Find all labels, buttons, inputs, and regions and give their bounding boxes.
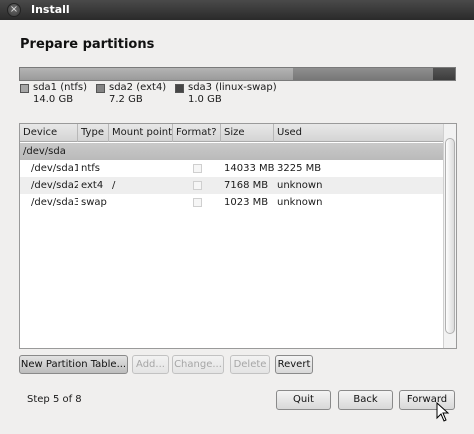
column-header-type[interactable]: Type: [78, 124, 109, 142]
partition-usage-bar: [19, 67, 456, 81]
installer-window: × Install Prepare partitions sda1 (ntfs)…: [0, 0, 474, 434]
change-partition-button[interactable]: Change...: [172, 355, 224, 374]
row-size: 14033 MB: [224, 163, 274, 174]
disk-device-name: /dev/sda: [23, 146, 66, 157]
window-title: Install: [31, 3, 70, 16]
legend-swatch-icon: [96, 84, 105, 93]
row-used: 3225 MB: [277, 163, 322, 174]
step-indicator: Step 5 of 8: [27, 394, 82, 405]
row-device: /dev/sda2: [31, 180, 78, 191]
table-row-disk[interactable]: /dev/sda: [20, 143, 444, 160]
table-scrollbar[interactable]: [443, 124, 456, 348]
partition-segment-sda3: [432, 68, 455, 80]
row-mount-point: /: [112, 180, 116, 191]
table-row[interactable]: /dev/sda2 ext4 / 7168 MB unknown: [20, 177, 444, 194]
row-type: ext4: [81, 180, 104, 191]
mouse-pointer-icon: [436, 402, 450, 422]
add-partition-button[interactable]: Add...: [132, 355, 169, 374]
format-checkbox[interactable]: [193, 181, 202, 190]
row-device: /dev/sda1: [31, 163, 78, 174]
partition-segment-sda1: [20, 68, 294, 80]
row-type: swap: [81, 197, 107, 208]
row-device: /dev/sda3: [31, 197, 78, 208]
legend-swatch-icon: [20, 84, 29, 93]
row-used: unknown: [277, 197, 323, 208]
table-header: Device Type Mount point Format? Size Use…: [20, 124, 444, 142]
legend-label: sda3 (linux-swap): [188, 82, 277, 93]
row-type: ntfs: [81, 163, 100, 174]
title-bar[interactable]: × Install: [0, 0, 474, 20]
close-icon[interactable]: ×: [7, 3, 21, 17]
legend-label: sda1 (ntfs): [33, 82, 88, 93]
back-button[interactable]: Back: [338, 390, 393, 410]
row-size: 7168 MB: [224, 180, 269, 191]
table-row[interactable]: /dev/sda1 ntfs 14033 MB 3225 MB: [20, 160, 444, 177]
revert-button[interactable]: Revert: [275, 355, 313, 374]
legend-size: 1.0 GB: [188, 94, 222, 105]
partition-table[interactable]: Device Type Mount point Format? Size Use…: [19, 123, 457, 349]
legend-swatch-icon: [175, 84, 184, 93]
row-mount-point: [109, 194, 173, 211]
row-mount-point: [109, 160, 173, 177]
legend-label: sda2 (ext4): [109, 82, 167, 93]
legend-size: 14.0 GB: [33, 94, 74, 105]
quit-button[interactable]: Quit: [276, 390, 331, 410]
page-title: Prepare partitions: [20, 37, 155, 52]
row-size: 1023 MB: [224, 197, 269, 208]
row-used: unknown: [277, 180, 323, 191]
column-header-device[interactable]: Device: [20, 124, 78, 142]
column-header-used[interactable]: Used: [274, 124, 444, 142]
new-partition-table-button[interactable]: New Partition Table...: [19, 355, 128, 374]
table-row[interactable]: /dev/sda3 swap 1023 MB unknown: [20, 194, 444, 211]
column-header-format[interactable]: Format?: [173, 124, 221, 142]
delete-partition-button[interactable]: Delete: [230, 355, 270, 374]
legend-size: 7.2 GB: [109, 94, 143, 105]
column-header-mount-point[interactable]: Mount point: [109, 124, 173, 142]
format-checkbox[interactable]: [193, 198, 202, 207]
format-checkbox[interactable]: [193, 164, 202, 173]
column-header-size[interactable]: Size: [221, 124, 274, 142]
partition-segment-sda2: [293, 68, 433, 80]
scrollbar-thumb[interactable]: [445, 138, 455, 334]
